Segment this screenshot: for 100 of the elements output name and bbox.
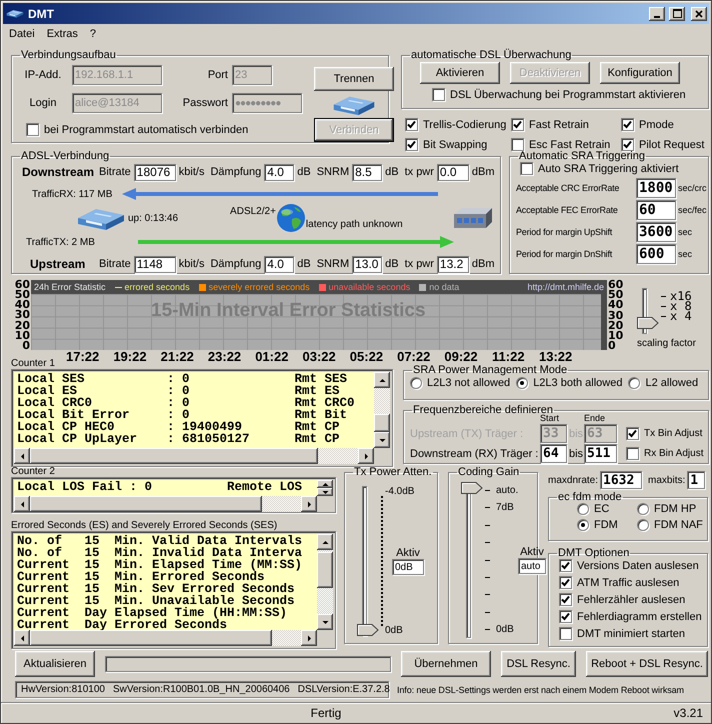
- checkbox[interactable]: [511, 138, 524, 151]
- checkbox[interactable]: [559, 610, 572, 623]
- minimize-button[interactable]: [649, 6, 665, 20]
- slider-thumb[interactable]: [637, 316, 659, 329]
- scroll-left-button[interactable]: [14, 496, 30, 512]
- text-field[interactable]: 3600: [636, 222, 676, 242]
- scroll-down-button[interactable]: [317, 488, 333, 496]
- action-button[interactable]: Aktivieren: [420, 62, 500, 84]
- axis-tick-label: 40: [608, 300, 624, 310]
- checkbox[interactable]: [626, 447, 639, 460]
- text-field[interactable]: 1148: [134, 256, 176, 272]
- radio-button[interactable]: [628, 377, 640, 389]
- scroll-up-button[interactable]: [317, 534, 333, 550]
- text-field[interactable]: 1632: [600, 471, 642, 489]
- scroll-down-button[interactable]: [374, 432, 390, 448]
- action-button[interactable]: Konfiguration: [600, 62, 680, 84]
- text-field[interactable]: 0dB: [392, 559, 424, 575]
- radio-button[interactable]: [410, 377, 422, 389]
- maximize-icon: [672, 9, 682, 18]
- refresh-button[interactable]: Aktualisieren: [15, 651, 95, 677]
- scroll-right-button[interactable]: [301, 496, 317, 512]
- checkbox[interactable]: [520, 162, 533, 175]
- reboot-button[interactable]: Reboot + DSL Resync.: [586, 651, 708, 677]
- slider-thumb[interactable]: [357, 624, 379, 636]
- checkbox[interactable]: [405, 138, 418, 151]
- text-field[interactable]: 1800: [636, 178, 676, 198]
- info-text: Info: neue DSL-Settings werden erst nach einem Modem Reboot wirksam: [397, 684, 684, 694]
- horizontal-scrollbar[interactable]: [14, 630, 317, 646]
- radio-button[interactable]: [577, 503, 589, 515]
- radio-button[interactable]: [516, 377, 528, 389]
- text-field[interactable]: 511: [584, 444, 617, 463]
- scroll-up-button[interactable]: [374, 372, 390, 388]
- vertical-scrollbar[interactable]: [374, 372, 390, 448]
- scroll-left-button[interactable]: [14, 630, 30, 646]
- text-field[interactable]: 1: [687, 471, 706, 489]
- vertical-scrollbar[interactable]: [317, 480, 333, 496]
- text-field[interactable]: 13.2: [436, 256, 469, 272]
- log-line: No. of 15 Min. Invalid Data Interva: [17, 547, 304, 559]
- axis-tick-label: 21:22: [160, 350, 195, 364]
- scale-label: x16: [670, 291, 692, 301]
- text-field[interactable]: 0.0: [436, 164, 469, 180]
- checkbox[interactable]: [559, 593, 572, 606]
- disconnect-button[interactable]: Trennen: [314, 67, 394, 91]
- checkbox[interactable]: [405, 118, 418, 131]
- slider-thumb[interactable]: [461, 482, 483, 494]
- scroll-thumb[interactable]: [30, 496, 262, 512]
- menu-item[interactable]: Extras: [40, 28, 84, 40]
- radio-button[interactable]: [637, 503, 649, 515]
- text-field[interactable]: 18076: [134, 164, 176, 180]
- vertical-scrollbar[interactable]: [317, 534, 333, 630]
- up-arrow-icon: [322, 480, 328, 488]
- scroll-thumb[interactable]: [30, 448, 318, 464]
- checkbox[interactable]: [559, 559, 572, 572]
- scroll-up-button[interactable]: [317, 480, 333, 488]
- text-field[interactable]: 13.0: [352, 256, 382, 272]
- uptime-label: up: 0:13:46: [128, 212, 178, 224]
- checkbox[interactable]: [559, 576, 572, 589]
- group-title: DMT Optionen: [557, 547, 630, 559]
- unit-label: dB: [385, 258, 399, 270]
- text-field[interactable]: 4.0: [264, 256, 294, 272]
- checkbox[interactable]: [511, 118, 524, 131]
- text-field[interactable]: 60: [636, 200, 676, 220]
- field-label: maxdnrate:: [548, 474, 598, 486]
- scroll-thumb[interactable]: [374, 414, 390, 432]
- text-field[interactable]: 4.0: [264, 164, 294, 180]
- horizontal-scrollbar[interactable]: [14, 496, 317, 512]
- checkbox-label: Bit Swapping: [423, 138, 488, 150]
- text-field[interactable]: 64: [540, 444, 567, 463]
- field-label: Dämpfung: [210, 166, 262, 178]
- checkbox[interactable]: [621, 118, 634, 131]
- scroll-down-button[interactable]: [317, 614, 333, 630]
- scroll-thumb[interactable]: [30, 630, 272, 646]
- website-link[interactable]: http://dmt.mhilfe.de: [527, 282, 604, 292]
- checkbox[interactable]: [26, 123, 39, 136]
- slider[interactable]: [637, 288, 659, 334]
- menu-item[interactable]: Datei: [3, 28, 41, 40]
- apply-button[interactable]: Übernehmen: [401, 651, 491, 677]
- checkbox[interactable]: [559, 627, 572, 640]
- resync-button[interactable]: DSL Resync.: [501, 651, 576, 677]
- text-field[interactable]: auto: [518, 558, 546, 574]
- menu-item[interactable]: ?: [84, 28, 102, 40]
- horizontal-scrollbar[interactable]: [14, 448, 374, 464]
- checkbox[interactable]: [432, 88, 445, 101]
- text-field[interactable]: 8.5: [352, 164, 382, 180]
- slider[interactable]: [357, 486, 379, 636]
- scale-label: auto.: [496, 485, 518, 496]
- text-field[interactable]: 600: [636, 244, 676, 264]
- column-label: Ende: [584, 413, 606, 423]
- close-button[interactable]: [691, 6, 707, 20]
- radio-button[interactable]: [577, 519, 589, 531]
- scroll-right-button[interactable]: [358, 448, 374, 464]
- maximize-button[interactable]: [669, 6, 685, 20]
- slider[interactable]: [461, 482, 483, 638]
- checkbox[interactable]: [621, 138, 634, 151]
- scroll-left-button[interactable]: [14, 448, 30, 464]
- group-title: automatische DSL Überwachung: [410, 49, 572, 61]
- scroll-right-button[interactable]: [301, 630, 317, 646]
- scroll-thumb[interactable]: [317, 552, 333, 588]
- radio-button[interactable]: [637, 519, 649, 531]
- radio-label: L2L3 both allowed: [533, 377, 622, 389]
